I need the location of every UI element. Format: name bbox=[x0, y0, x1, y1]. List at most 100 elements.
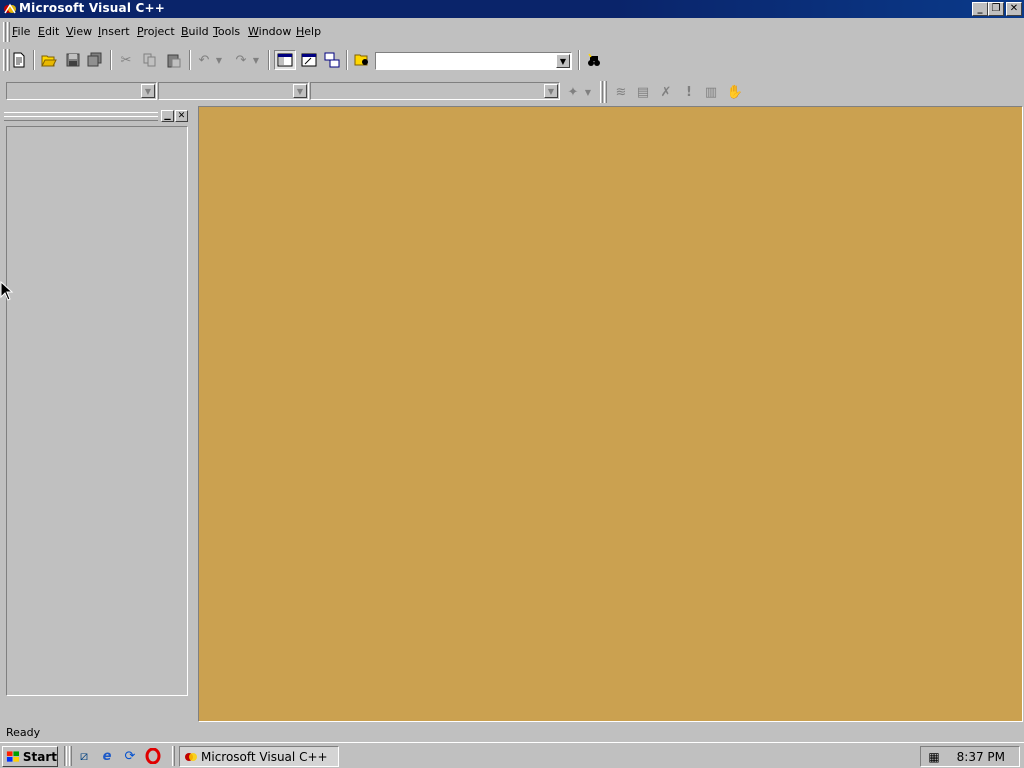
class-combo[interactable]: ▼ bbox=[6, 82, 157, 100]
paste-button[interactable] bbox=[163, 50, 185, 70]
windows-logo-icon bbox=[6, 750, 20, 762]
filter-combo-dropdown[interactable]: ▼ bbox=[293, 84, 307, 98]
copy-icon bbox=[143, 53, 156, 67]
menubar-grip[interactable] bbox=[3, 22, 6, 42]
stop-build-button[interactable]: ✗ bbox=[655, 82, 677, 102]
undo-arrow-icon: ↶ bbox=[198, 52, 210, 68]
taskbar-task-visual-cpp[interactable]: Microsoft Visual C++ bbox=[179, 746, 339, 767]
restore-button[interactable]: ❐ bbox=[988, 2, 1004, 16]
save-all-icon bbox=[87, 52, 102, 67]
breakpoint-button[interactable]: ✋ bbox=[724, 82, 746, 102]
menu-edit[interactable]: Edit bbox=[38, 25, 59, 38]
quicklaunch-grip[interactable] bbox=[69, 746, 72, 766]
go-button[interactable]: ▥ bbox=[700, 82, 722, 102]
standard-toolbar: ✂ ↶ ▼ ↷ ▼ ▼ bbox=[0, 46, 608, 74]
copy-button[interactable] bbox=[139, 50, 161, 70]
toolbar-grip[interactable] bbox=[604, 81, 607, 103]
new-file-icon bbox=[13, 52, 25, 68]
save-button[interactable] bbox=[62, 50, 84, 70]
task-label: Microsoft Visual C++ bbox=[201, 749, 328, 764]
clock[interactable]: 8:37 PM bbox=[957, 750, 1005, 764]
members-combo-dropdown[interactable]: ▼ bbox=[544, 84, 558, 98]
window-title: Microsoft Visual C++ bbox=[19, 1, 166, 15]
redo-button[interactable]: ↷ bbox=[230, 50, 252, 70]
binoculars-icon bbox=[588, 53, 600, 66]
chevron-down-icon: ▼ bbox=[584, 87, 592, 97]
members-combo[interactable]: ▼ bbox=[310, 82, 560, 100]
find-in-files-icon bbox=[354, 54, 368, 66]
workspace-window-icon bbox=[277, 53, 293, 67]
visual-cpp-app-icon[interactable] bbox=[3, 2, 17, 16]
minimize-button[interactable]: _ bbox=[972, 2, 988, 16]
scheduler-tray-button[interactable]: ▦ bbox=[925, 748, 943, 766]
workspace-grip[interactable] bbox=[4, 116, 158, 121]
toolbar-grip[interactable] bbox=[3, 49, 6, 71]
paste-clipboard-icon bbox=[167, 54, 181, 68]
wizard-actions-button[interactable]: ✦ bbox=[562, 82, 584, 102]
internet-explorer-button[interactable]: e bbox=[98, 747, 116, 765]
status-bar: Ready bbox=[0, 724, 1024, 742]
channels-button[interactable]: ⟳ bbox=[121, 747, 139, 765]
workspace-maximize-button[interactable]: ▁ bbox=[161, 110, 174, 122]
taskbar-divider bbox=[64, 746, 67, 766]
new-text-file-button[interactable] bbox=[8, 50, 30, 70]
toolbar-separator bbox=[33, 50, 35, 70]
workspace-tree[interactable] bbox=[6, 126, 188, 696]
output-window-button[interactable] bbox=[298, 50, 320, 70]
compile-button[interactable]: ≋ bbox=[610, 82, 632, 102]
find-combo[interactable]: ▼ bbox=[375, 52, 572, 70]
cut-button[interactable]: ✂ bbox=[115, 50, 137, 70]
menu-view[interactable]: View bbox=[66, 25, 92, 38]
chevron-down-icon: ▼ bbox=[144, 87, 152, 96]
workspace-toggle-button[interactable] bbox=[274, 50, 296, 70]
menu-tools[interactable]: Tools bbox=[213, 25, 240, 38]
menu-build[interactable]: Build bbox=[181, 25, 209, 38]
menu-bar: File Edit View Insert Project Build Tool… bbox=[0, 20, 1024, 44]
menu-project[interactable]: Project bbox=[137, 25, 175, 38]
system-tray: ▦ 8:37 PM bbox=[920, 746, 1020, 767]
open-button[interactable] bbox=[38, 50, 60, 70]
class-combo-dropdown[interactable]: ▼ bbox=[141, 84, 155, 98]
toolbar-grip[interactable] bbox=[600, 81, 603, 103]
toolbar-separator bbox=[346, 50, 348, 70]
execute-button[interactable]: ! bbox=[678, 82, 700, 102]
scheduler-icon: ▦ bbox=[928, 750, 940, 764]
find-button[interactable] bbox=[583, 50, 605, 70]
status-text: Ready bbox=[6, 726, 41, 739]
start-button[interactable]: Start bbox=[2, 746, 58, 767]
mdi-client-area[interactable] bbox=[198, 106, 1023, 722]
undo-button[interactable]: ↶ bbox=[193, 50, 215, 70]
compile-icon: ≋ bbox=[615, 84, 627, 100]
menubar-grip[interactable] bbox=[7, 22, 10, 42]
show-desktop-icon: ⧄ bbox=[79, 748, 89, 764]
open-folder-icon bbox=[41, 55, 57, 67]
menu-insert[interactable]: Insert bbox=[98, 25, 130, 38]
exclamation-icon: ! bbox=[686, 84, 692, 100]
show-desktop-button[interactable]: ⧄ bbox=[75, 747, 93, 765]
redo-arrow-icon: ↷ bbox=[235, 52, 247, 68]
chevron-down-icon: ▼ bbox=[215, 55, 223, 65]
chevron-down-icon: ▼ bbox=[252, 55, 260, 65]
save-all-button[interactable] bbox=[84, 50, 106, 70]
find-combo-dropdown[interactable]: ▼ bbox=[556, 54, 570, 68]
build-button[interactable]: ▤ bbox=[632, 82, 654, 102]
window-list-button[interactable] bbox=[321, 50, 343, 70]
toolbar-separator bbox=[189, 50, 191, 70]
save-disk-icon bbox=[66, 53, 80, 67]
tasks-grip[interactable] bbox=[172, 746, 175, 766]
menu-help[interactable]: Help bbox=[296, 25, 321, 38]
redo-dropdown[interactable]: ▼ bbox=[250, 50, 262, 70]
opera-button[interactable] bbox=[144, 747, 162, 765]
workspace-close-button[interactable]: ✕ bbox=[175, 110, 188, 122]
wizard-actions-dropdown[interactable]: ▼ bbox=[582, 82, 594, 102]
find-in-files-button[interactable] bbox=[351, 50, 373, 70]
menu-window[interactable]: Window bbox=[248, 25, 291, 38]
menu-file[interactable]: File bbox=[12, 25, 30, 38]
filter-combo[interactable]: ▼ bbox=[158, 82, 309, 100]
undo-dropdown[interactable]: ▼ bbox=[213, 50, 225, 70]
toolbar-separator bbox=[578, 50, 580, 70]
title-bar[interactable]: Microsoft Visual C++ _ ❐ ✕ bbox=[0, 0, 1024, 18]
close-icon: ✕ bbox=[177, 111, 186, 121]
close-button[interactable]: ✕ bbox=[1006, 2, 1022, 16]
go-icon: ▥ bbox=[704, 84, 718, 100]
